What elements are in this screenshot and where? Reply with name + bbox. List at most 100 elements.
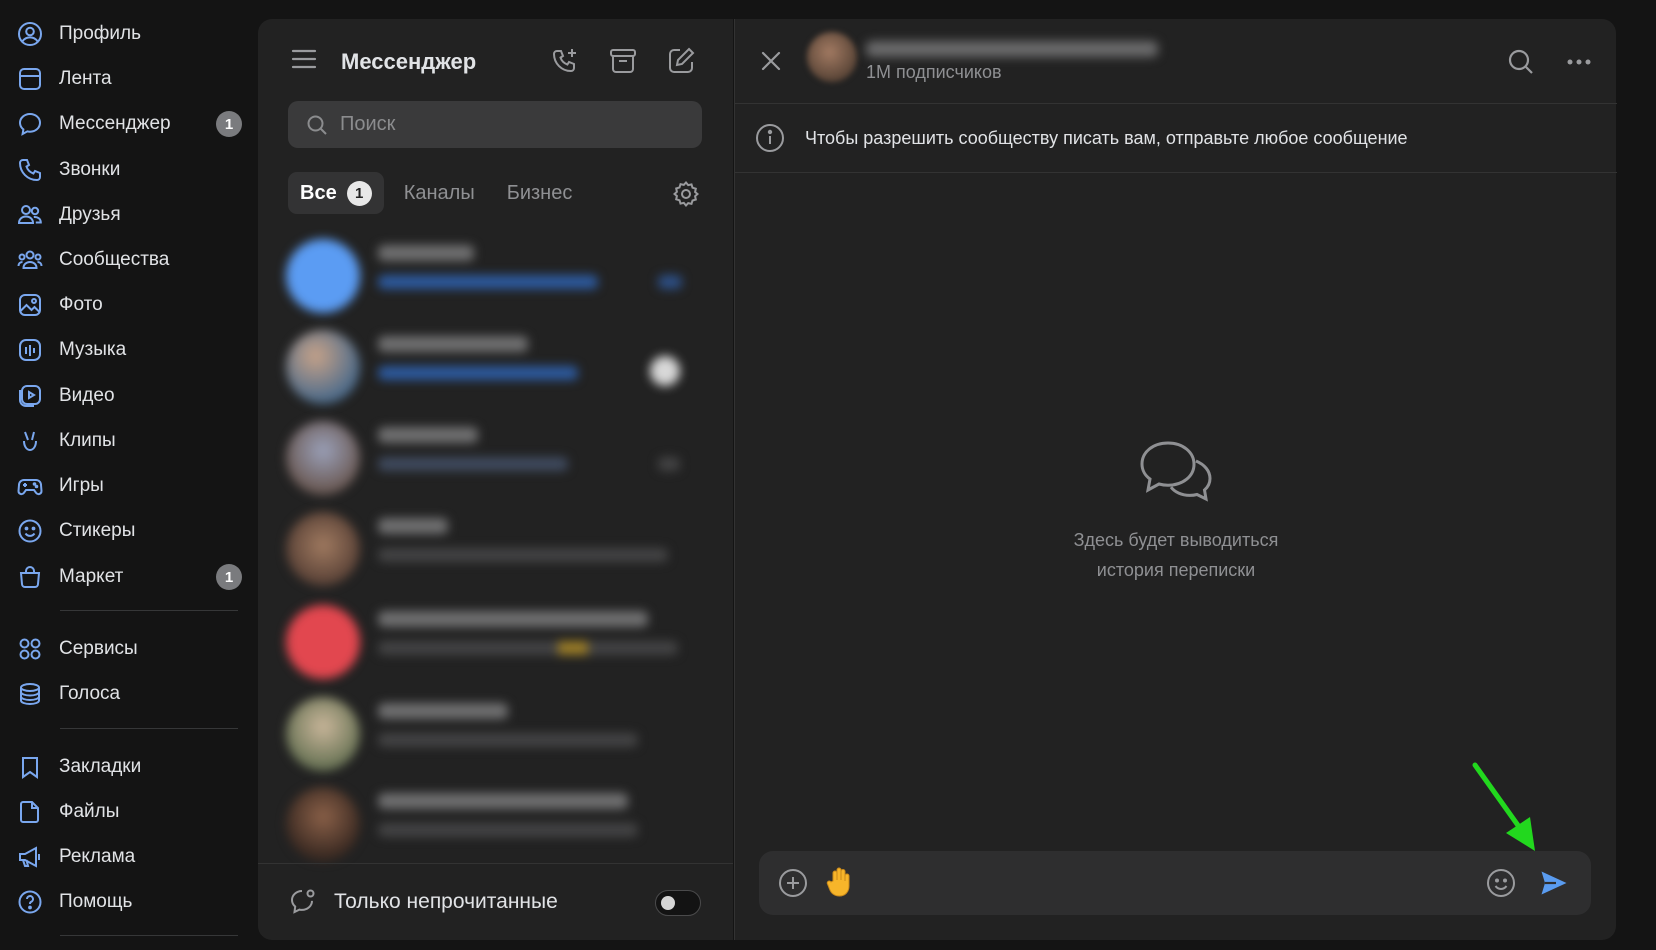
left-navigation: Профиль Лента Мессенджер 1 Звонки Друзья… <box>0 0 258 950</box>
chat-filter-tabs: Все 1 Каналы Бизнес <box>288 172 592 214</box>
chat-list-panel: Мессенджер Все 1 Каналы Бизнес <box>258 19 733 940</box>
more-icon[interactable] <box>1565 48 1593 76</box>
avatar <box>286 239 360 313</box>
coins-icon <box>16 680 44 708</box>
send-icon[interactable] <box>1539 868 1569 898</box>
add-call-icon[interactable] <box>550 46 580 76</box>
read-status-icon <box>658 457 680 471</box>
compose-icon[interactable] <box>666 46 696 76</box>
unread-count-badge: 1 <box>216 564 242 590</box>
avatar <box>286 787 360 861</box>
nav-item-ads[interactable]: Реклама <box>16 838 242 876</box>
info-text: Чтобы разрешить сообществу писать вам, о… <box>805 127 1408 148</box>
nav-label: Голоса <box>59 683 121 704</box>
read-status-icon <box>658 275 682 289</box>
avatar <box>286 330 360 404</box>
nav-item-votes[interactable]: Голоса <box>16 675 242 713</box>
annotation-arrow-icon <box>1472 762 1535 851</box>
chat-list-header: Мессенджер <box>258 19 733 103</box>
archive-icon[interactable] <box>608 46 638 76</box>
nav-item-games[interactable]: Игры <box>16 467 242 505</box>
nav-item-clips[interactable]: Клипы <box>16 422 242 460</box>
grid-icon <box>16 635 44 663</box>
nav-item-feed[interactable]: Лента <box>16 60 242 98</box>
nav-item-music[interactable]: Музыка <box>16 331 242 369</box>
unread-filter-label: Только непрочитанные <box>334 890 558 913</box>
conversation-item[interactable] <box>258 595 733 687</box>
nav-label: Стикеры <box>59 520 136 541</box>
gamepad-icon <box>16 472 44 500</box>
nav-item-photo[interactable]: Фото <box>16 286 242 324</box>
empty-history-placeholder: Здесь будет выводиться история переписки <box>735 439 1617 585</box>
conversation-name <box>378 703 508 719</box>
unread-only-toggle[interactable] <box>655 890 701 916</box>
tab-label: Все <box>300 181 337 204</box>
nav-item-friends[interactable]: Друзья <box>16 196 242 234</box>
message-composer <box>759 851 1591 915</box>
menu-icon[interactable] <box>290 46 318 72</box>
message-icon <box>16 110 44 138</box>
tab-all[interactable]: Все 1 <box>288 172 384 214</box>
megaphone-icon <box>16 843 44 871</box>
conversation-preview <box>378 733 638 747</box>
search-input[interactable] <box>340 113 680 136</box>
nav-item-calls[interactable]: Звонки <box>16 151 242 189</box>
conversation-name <box>378 245 474 261</box>
search-icon[interactable] <box>1507 48 1535 76</box>
conversation-name <box>378 336 528 352</box>
emoji-icon[interactable] <box>1486 868 1516 898</box>
nav-label: Друзья <box>59 204 121 225</box>
conversation-item[interactable] <box>258 320 733 412</box>
conversation-preview <box>378 548 668 562</box>
conversation-preview <box>378 275 598 289</box>
tab-channels[interactable]: Каналы <box>392 172 487 214</box>
nav-label: Реклама <box>59 846 136 867</box>
conversation-preview <box>378 823 638 837</box>
help-icon <box>16 888 44 916</box>
music-icon <box>16 336 44 364</box>
video-icon <box>16 382 44 410</box>
nav-item-files[interactable]: Файлы <box>16 793 242 831</box>
gear-icon[interactable] <box>672 180 700 208</box>
info-banner: Чтобы разрешить сообществу писать вам, о… <box>735 104 1617 173</box>
tab-label: Бизнес <box>506 181 573 204</box>
nav-item-services[interactable]: Сервисы <box>16 630 242 668</box>
chat-bubbles-icon <box>1138 439 1214 507</box>
conversation-item[interactable] <box>258 411 733 503</box>
communities-icon <box>16 246 44 274</box>
close-icon[interactable] <box>759 49 783 73</box>
avatar <box>286 512 360 586</box>
nav-label: Профиль <box>59 23 142 44</box>
unread-count-badge: 1 <box>216 111 242 137</box>
nav-item-video[interactable]: Видео <box>16 377 242 415</box>
conversation-item[interactable] <box>258 777 733 869</box>
chat-header: 1M подписчиков <box>735 19 1617 104</box>
conversation-preview <box>378 641 678 655</box>
conversation-item[interactable] <box>258 229 733 321</box>
conversation-item[interactable] <box>258 502 733 594</box>
nav-label: Сервисы <box>59 638 138 659</box>
clips-icon <box>16 427 44 455</box>
nav-item-communities[interactable]: Сообщества <box>16 241 242 279</box>
add-attachment-icon[interactable] <box>778 868 808 898</box>
nav-label: Лента <box>59 68 112 89</box>
wave-hand-icon[interactable] <box>825 866 855 898</box>
nav-item-stickers[interactable]: Стикеры <box>16 512 242 550</box>
chat-name[interactable] <box>866 41 1158 57</box>
chat-subtitle: 1M подписчиков <box>866 62 1002 82</box>
tab-business[interactable]: Бизнес <box>495 172 585 214</box>
search-field[interactable] <box>288 101 702 148</box>
nav-item-market[interactable]: Маркет 1 <box>16 558 242 596</box>
message-input[interactable] <box>869 865 1429 901</box>
nav-item-messenger[interactable]: Мессенджер 1 <box>16 105 242 143</box>
nav-label: Фото <box>59 294 103 315</box>
empty-text-line: Здесь будет выводиться <box>1073 530 1279 550</box>
conversation-item[interactable] <box>258 687 733 779</box>
nav-item-bookmarks[interactable]: Закладки <box>16 748 242 786</box>
nav-item-help[interactable]: Помощь <box>16 883 242 921</box>
toggle-knob <box>661 896 675 910</box>
bookmark-icon <box>16 753 44 781</box>
avatar[interactable] <box>807 32 857 82</box>
unread-filter-bar: Только непрочитанные <box>258 863 733 940</box>
nav-item-profile[interactable]: Профиль <box>16 15 242 53</box>
